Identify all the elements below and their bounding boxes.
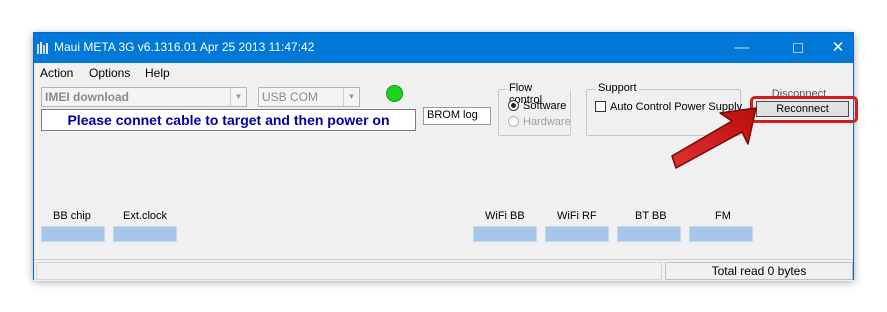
annotation-arrow-icon bbox=[671, 107, 757, 169]
